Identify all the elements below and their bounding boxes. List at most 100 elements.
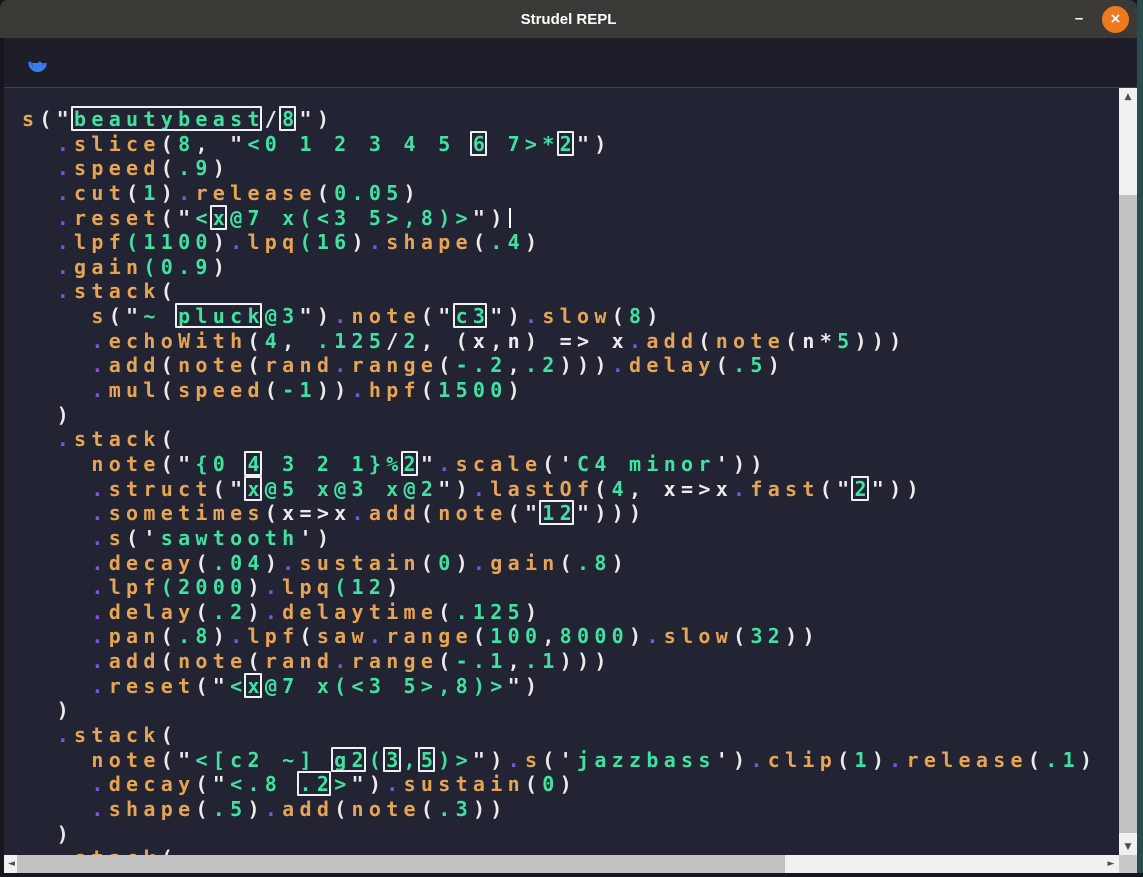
code-token: (" xyxy=(195,674,230,698)
code-token: ))) xyxy=(560,353,612,377)
code-token: ) xyxy=(265,551,282,575)
event-highlight-box: c3 xyxy=(456,304,491,328)
code-token: @7 x(<3 5>,8)> xyxy=(265,674,508,698)
code-token: , xyxy=(508,353,525,377)
code-token: ( xyxy=(612,304,629,328)
code-token: s xyxy=(109,526,126,550)
code-token: " xyxy=(421,452,438,476)
code-token: / xyxy=(386,329,403,353)
code-token: decay xyxy=(109,772,196,796)
code-token: "))) xyxy=(577,501,646,525)
code-token: note xyxy=(716,329,785,353)
window-controls: – × xyxy=(1070,0,1129,38)
code-token: .2 xyxy=(525,353,560,377)
code-token: s xyxy=(525,748,542,772)
code-line: .add(note(rand.range(-.2,.2))).delay(.5) xyxy=(22,353,1097,378)
code-token: (" xyxy=(421,304,456,328)
code-line: .reset("<x@7 x(<3 5>,8)>") xyxy=(22,674,1097,699)
code-token: ( xyxy=(698,329,715,353)
code-token: pan xyxy=(109,624,161,648)
code-token: ) xyxy=(404,181,421,205)
code-line: ) xyxy=(22,822,1097,847)
code-token: ( xyxy=(421,797,438,821)
scroll-up-arrow-icon[interactable]: ▲ xyxy=(1119,88,1137,105)
code-token: s xyxy=(91,304,108,328)
code-token: 4 xyxy=(612,477,629,501)
code-token: 16 xyxy=(317,230,352,254)
code-token: stack xyxy=(74,427,161,451)
code-token: )> xyxy=(438,748,473,772)
code-token: . xyxy=(57,846,74,855)
code-token: ) xyxy=(352,230,369,254)
code-token: delay xyxy=(109,600,196,624)
vertical-scrollbar-thumb[interactable] xyxy=(1119,195,1137,833)
code-token: @3 xyxy=(265,304,300,328)
code-token: ( xyxy=(1028,748,1045,772)
event-highlight-box: 2 xyxy=(404,452,421,476)
scroll-right-arrow-icon[interactable]: ► xyxy=(1103,855,1119,873)
code-token: ( xyxy=(421,501,438,525)
code-token: lpf xyxy=(109,575,161,599)
code-token: . xyxy=(91,501,108,525)
code-token: . xyxy=(91,624,108,648)
code-token: . xyxy=(369,230,386,254)
code-token: rand xyxy=(265,353,334,377)
code-token: 4 xyxy=(265,329,282,353)
code-token: 0 xyxy=(542,772,559,796)
code-token: ") xyxy=(508,674,543,698)
code-token: ) xyxy=(213,624,230,648)
scroll-down-arrow-icon[interactable]: ▼ xyxy=(1119,838,1137,855)
code-token: ( xyxy=(594,477,611,501)
code-token: . xyxy=(525,304,542,328)
code-token: ( xyxy=(161,846,178,855)
code-token: . xyxy=(629,329,646,353)
code-token xyxy=(22,279,57,303)
code-line: .speed(.9) xyxy=(22,156,1097,181)
code-token: ') xyxy=(299,526,334,550)
horizontal-scrollbar[interactable]: ◄ ► xyxy=(4,855,1119,873)
code-line: s("~ pluck@3").note("c3").slow(8) xyxy=(22,304,1097,329)
code-token: ( xyxy=(837,748,854,772)
code-token xyxy=(22,624,91,648)
code-token: ( xyxy=(126,230,143,254)
code-token: 32 xyxy=(750,624,785,648)
minimize-button[interactable]: – xyxy=(1070,14,1088,24)
code-token: . xyxy=(733,477,750,501)
code-token: ( xyxy=(421,551,438,575)
code-token: ") xyxy=(490,304,525,328)
code-editor[interactable]: s("beautybeast/8") .slice(8, "<0 1 2 3 4… xyxy=(4,88,1119,855)
horizontal-scrollbar-thumb[interactable] xyxy=(17,855,785,873)
event-highlight-box: 5 xyxy=(421,748,438,772)
event-highlight-box: 2 xyxy=(560,132,577,156)
code-token: fast xyxy=(750,477,819,501)
window-edge-bottom xyxy=(0,873,1143,877)
titlebar[interactable]: Strudel REPL – × xyxy=(0,0,1137,38)
code-token: ) xyxy=(525,600,542,624)
code-token: ( xyxy=(195,797,212,821)
code-token: release xyxy=(195,181,316,205)
text-caret xyxy=(509,208,511,228)
code-token: reset xyxy=(74,206,161,230)
code-token: sustain xyxy=(404,772,525,796)
code-token xyxy=(22,427,57,451)
code-token: (" xyxy=(161,748,196,772)
code-token: ( xyxy=(161,575,178,599)
code-token: <0 1 2 3 4 5 xyxy=(247,132,472,156)
code-token: 2000 xyxy=(178,575,247,599)
vertical-scrollbar[interactable]: ▲ ▼ xyxy=(1119,88,1137,855)
code-token: rand xyxy=(265,649,334,673)
code-token: . xyxy=(230,230,247,254)
close-button[interactable]: × xyxy=(1102,6,1129,33)
code-token: . xyxy=(889,748,906,772)
code-token: ( xyxy=(300,624,317,648)
code-token: add xyxy=(646,329,698,353)
code-token: 5 xyxy=(837,329,854,353)
code-token xyxy=(22,526,91,550)
code-token: . xyxy=(334,649,351,673)
code-token: ( xyxy=(247,353,264,377)
code-token: ( xyxy=(161,427,178,451)
code-token xyxy=(22,181,57,205)
code-token: ( xyxy=(265,378,282,402)
code-token: lpq xyxy=(247,230,299,254)
code-area: s("beautybeast/8") .slice(8, "<0 1 2 3 4… xyxy=(22,107,1097,855)
